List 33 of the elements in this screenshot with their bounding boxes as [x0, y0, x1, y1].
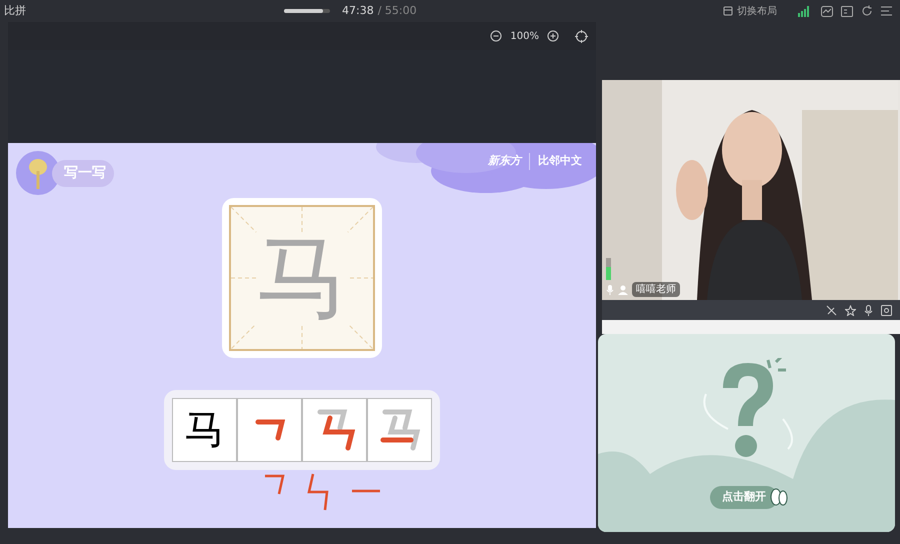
- signal-icon: [797, 6, 809, 16]
- layout-button[interactable]: 切换布局: [723, 4, 777, 18]
- microphone-icon[interactable]: [864, 304, 873, 316]
- brand-name: 比邻中文: [529, 153, 582, 170]
- refresh-icon[interactable]: [861, 5, 873, 17]
- stroke-icon: [307, 472, 331, 512]
- participant-name: 嘻嘻老师: [632, 282, 680, 297]
- stroke-drawing: [314, 409, 354, 451]
- flip-card[interactable]: 点击翻开: [598, 334, 895, 532]
- menu-icon[interactable]: [881, 6, 892, 16]
- brand-name: 新东方: [488, 153, 521, 169]
- card-icon[interactable]: [841, 6, 853, 16]
- window-title: 比拼: [4, 2, 27, 19]
- brush-icon: [16, 151, 60, 195]
- chart-icon[interactable]: [821, 6, 833, 16]
- microphone-icon: [606, 284, 614, 294]
- crosshair-icon[interactable]: [575, 30, 588, 42]
- stroke-drawing: [254, 419, 284, 441]
- zoom-level: 100%: [510, 30, 539, 44]
- stroke-drawing: [380, 409, 420, 451]
- model-character: 马: [256, 232, 348, 324]
- stroke-icon: [263, 472, 287, 496]
- stroke-icon: [351, 488, 381, 494]
- zoom-out-icon[interactable]: [490, 30, 502, 42]
- star-icon[interactable]: [845, 304, 856, 316]
- layout-icon: [723, 6, 733, 16]
- zoom-in-icon[interactable]: [547, 30, 559, 42]
- elapsed-time: 47:38: [342, 2, 374, 19]
- total-time: / 55:00: [378, 2, 417, 19]
- camera-icon[interactable]: [881, 304, 892, 316]
- activity-badge: 写一写: [52, 160, 114, 186]
- user-icon: [618, 284, 628, 294]
- stroke-character: 马: [184, 410, 224, 450]
